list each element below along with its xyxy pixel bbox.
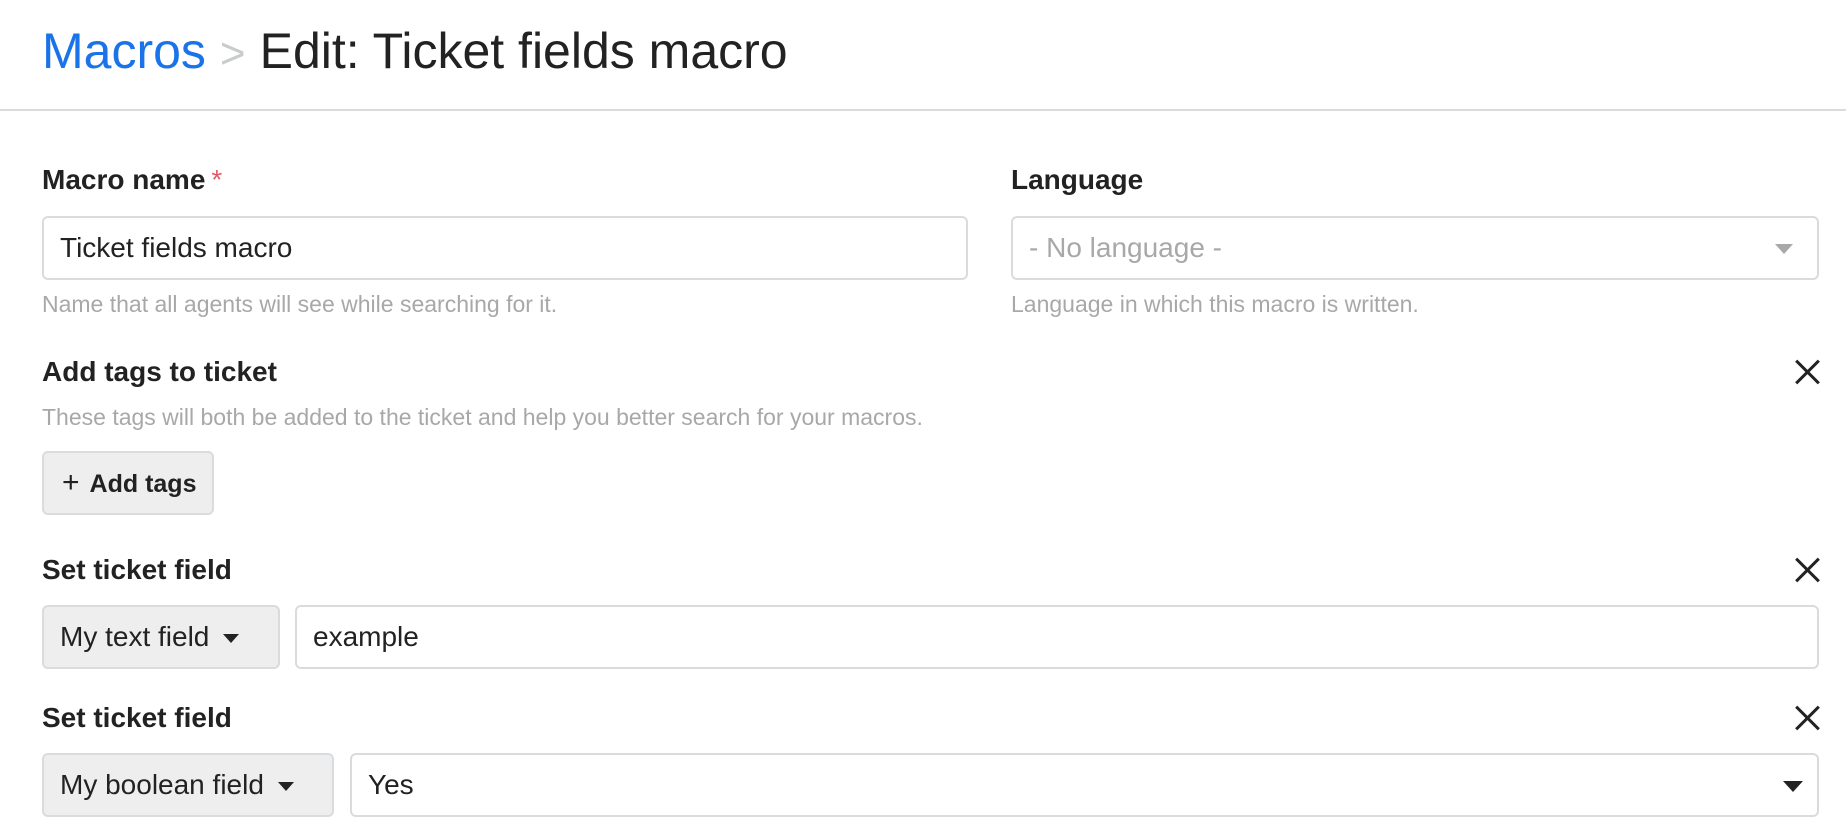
breadcrumb-macros-link[interactable]: Macros [42,23,206,79]
macro-name-hint: Name that all agents will see while sear… [42,291,558,317]
set-ticket-field-label: Set ticket field [42,554,232,585]
macro-name-label-text: Macro name [42,164,206,195]
language-select[interactable]: - No language - [1011,216,1819,280]
plus-icon: + [62,466,80,499]
remove-action-close-icon[interactable] [1794,705,1820,731]
ticket-field-value: example [313,621,419,652]
breadcrumb-separator: > [219,29,246,78]
caret-down-icon [277,782,294,792]
add-tags-hint: These tags will both be added to the tic… [42,404,923,430]
page-title: Edit: Ticket fields macro [259,23,788,79]
chevron-down-icon [1775,244,1793,254]
remove-action-close-icon[interactable] [1794,557,1820,583]
add-tags-button-label: Add tags [89,470,197,498]
macro-name-label: Macro name * [42,163,222,197]
remove-tags-close-icon[interactable] [1794,359,1820,385]
ticket-field-select[interactable]: My boolean field [42,753,334,817]
chevron-down-icon [1783,781,1803,792]
ticket-field-value-input[interactable]: example [295,605,1819,669]
add-tags-label: Add tags to ticket [42,356,277,387]
caret-down-icon [223,634,240,644]
macro-name-input[interactable]: Ticket fields macro [42,216,968,280]
language-label: Language [1011,164,1144,195]
ticket-field-select-value: My boolean field [60,769,264,800]
language-placeholder: - No language - [1029,232,1223,263]
ticket-field-select[interactable]: My text field [42,605,280,669]
language-hint: Language in which this macro is written. [1011,291,1419,317]
page-header: Macros > Edit: Ticket fields macro [0,0,1846,111]
ticket-field-value: Yes [368,769,414,800]
breadcrumb: Macros > Edit: Ticket fields macro [42,22,788,83]
ticket-field-value-select[interactable]: Yes [350,753,1819,817]
macro-name-value: Ticket fields macro [60,232,293,263]
add-tags-button[interactable]: + Add tags [42,451,214,515]
ticket-field-select-value: My text field [60,621,210,652]
required-marker: * [211,164,223,195]
set-ticket-field-label: Set ticket field [42,702,232,733]
